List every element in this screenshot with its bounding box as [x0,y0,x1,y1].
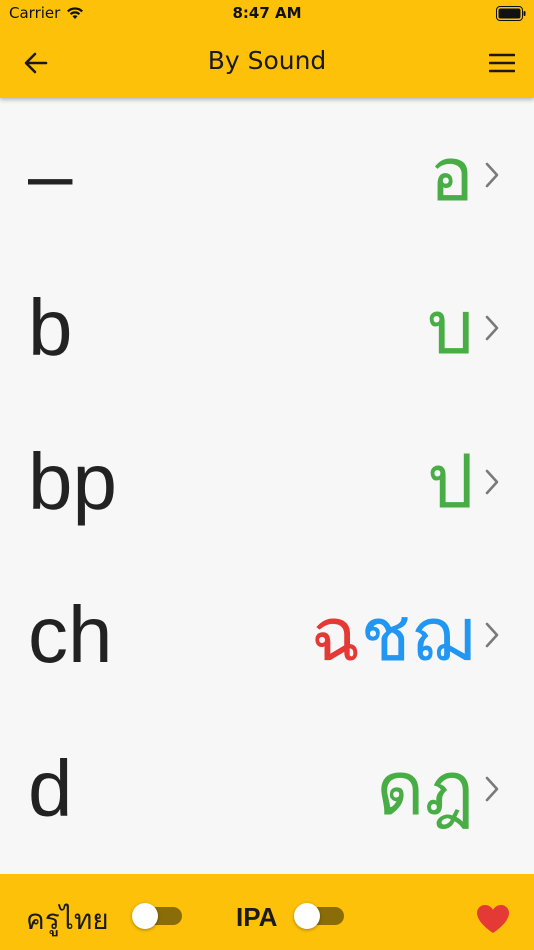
thai-letters: ฉ ช ฌ [310,598,474,672]
sound-list: – อ b บ bp ป ch ฉ ช ฌ d ด ฎ [0,98,534,874]
app-header: Carrier 8:47 AM By Sound [0,0,534,98]
sound-label: d [28,743,73,833]
thai-teacher-toggle[interactable] [132,903,182,929]
ipa-toggle[interactable] [294,903,344,929]
list-item[interactable]: d ด ฎ [0,712,534,866]
thai-letters: ป [427,445,474,519]
list-item[interactable]: b บ [0,252,534,406]
chevron-right-icon [485,162,499,188]
list-item[interactable]: bp ป [0,405,534,559]
thai-letter: ป [427,438,474,525]
thai-letters: บ [427,291,474,365]
battery-icon [496,6,526,21]
sound-label: bp [28,436,117,526]
bottom-toolbar: ครูไทย IPA [0,874,534,950]
thai-letter: ฌ [410,592,474,679]
thai-letter: ช [360,592,411,679]
toolbar: By Sound [0,28,534,98]
thai-letter: ด [376,745,425,832]
chevron-right-icon [485,469,499,495]
chevron-right-icon [485,622,499,648]
toggle-knob [294,903,320,929]
sound-label: ch [28,590,113,680]
hamburger-menu-icon [489,53,515,73]
menu-button[interactable] [484,48,520,78]
thai-letter: บ [427,285,474,372]
status-time: 8:47 AM [232,4,302,22]
toggle-knob [132,903,158,929]
ipa-label: IPA [236,902,278,932]
thai-letter: ฉ [310,592,361,679]
heart-icon[interactable] [476,904,510,934]
thai-letters: อ [430,138,474,212]
chevron-right-icon [485,315,499,341]
thai-teacher-label: ครูไทย [26,903,109,936]
sound-label: – [28,129,73,219]
page-title: By Sound [207,46,327,75]
thai-letter: ฎ [424,745,474,832]
list-item[interactable]: – อ [0,98,534,252]
status-bar: Carrier 8:47 AM [0,0,534,28]
chevron-right-icon [485,776,499,802]
thai-letter: อ [429,131,474,218]
sound-label: b [28,283,73,373]
thai-letters: ด ฎ [376,752,474,826]
list-item[interactable]: ch ฉ ช ฌ [0,559,534,713]
